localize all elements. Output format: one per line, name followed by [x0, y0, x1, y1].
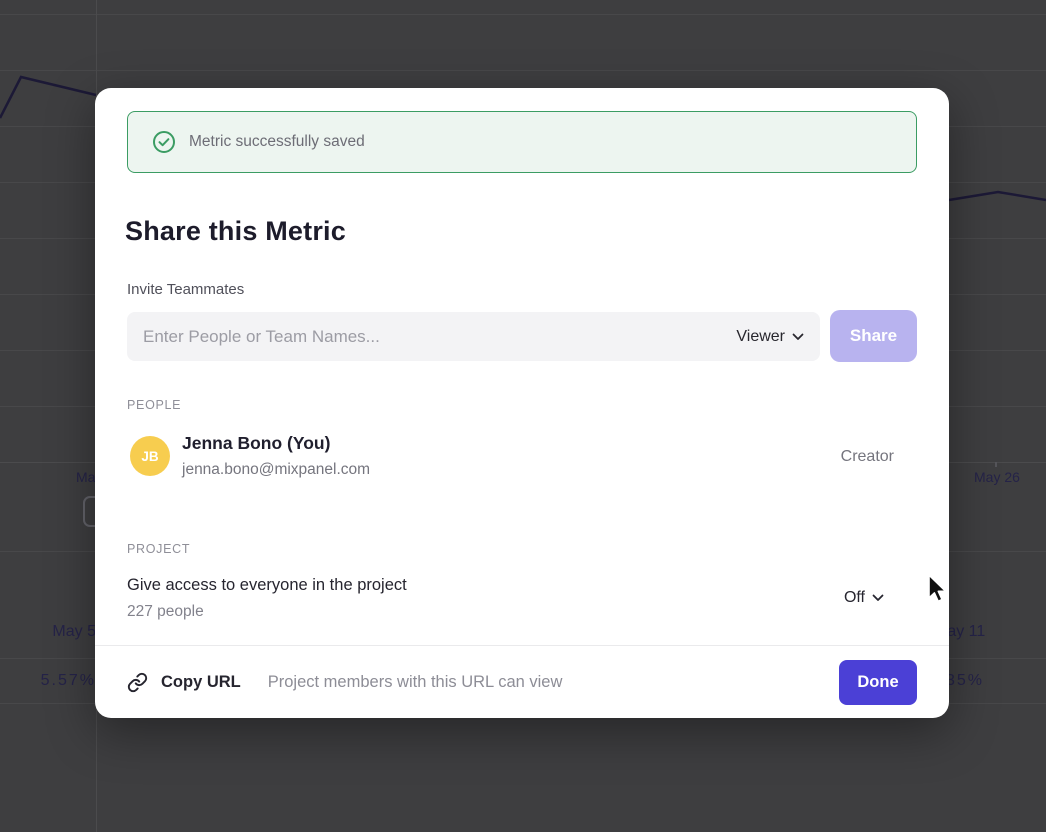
project-section-heading: PROJECT: [127, 542, 190, 556]
toast-message: Metric successfully saved: [189, 133, 365, 151]
project-access-value: Off: [844, 589, 865, 607]
chevron-down-icon: [792, 333, 804, 341]
share-button[interactable]: Share: [830, 310, 917, 362]
success-check-icon: [152, 130, 176, 154]
invite-teammates-label: Invite Teammates: [127, 281, 244, 298]
project-access-dropdown[interactable]: Off: [844, 589, 884, 607]
link-icon: [127, 672, 148, 693]
project-access-title: Give access to everyone in the project: [127, 576, 407, 595]
avatar-initials: JB: [141, 449, 158, 464]
modal-title: Share this Metric: [125, 216, 346, 247]
copy-url-button[interactable]: Copy URL: [127, 672, 241, 693]
person-role: Creator: [841, 448, 894, 466]
table-header-date: May 5: [40, 623, 96, 641]
role-dropdown[interactable]: Viewer: [734, 324, 806, 350]
project-people-count: 227 people: [127, 603, 204, 621]
url-permission-hint: Project members with this URL can view: [268, 673, 563, 692]
table-cell-value: 35%: [946, 672, 984, 690]
share-metric-modal: Metric successfully saved Share this Met…: [95, 88, 949, 718]
axis-tick: [995, 462, 997, 467]
x-axis-label-right: May 26: [974, 469, 1020, 485]
invite-input[interactable]: [141, 326, 734, 348]
people-section-heading: PEOPLE: [127, 398, 181, 412]
done-button[interactable]: Done: [839, 660, 917, 705]
success-toast: Metric successfully saved: [127, 111, 917, 173]
avatar: JB: [130, 436, 170, 476]
person-name: Jenna Bono (You): [182, 433, 330, 454]
copy-url-label: Copy URL: [161, 673, 241, 692]
invite-field[interactable]: Viewer: [127, 312, 820, 361]
role-dropdown-value: Viewer: [736, 328, 785, 346]
modal-footer: Copy URL Project members with this URL c…: [95, 646, 949, 718]
chevron-down-icon: [872, 594, 884, 602]
person-email: jenna.bono@mixpanel.com: [182, 461, 370, 479]
table-cell-value: 5.57%: [36, 672, 96, 690]
